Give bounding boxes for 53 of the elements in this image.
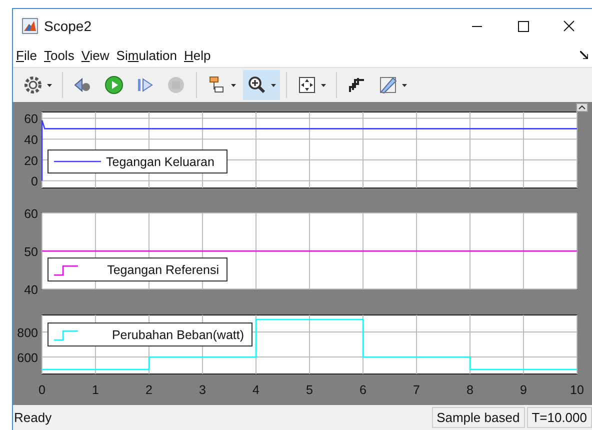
- zoom-icon: [247, 75, 267, 95]
- app-icon: [22, 18, 38, 34]
- tick-label: 10: [570, 383, 584, 397]
- menu-item[interactable]: Simulation: [116, 48, 177, 62]
- menu-item[interactable]: Help: [184, 48, 211, 62]
- tick-label: 60: [24, 207, 38, 221]
- tick-label: 6: [360, 383, 366, 397]
- tick-label: 8: [466, 383, 474, 397]
- tick-label: 4: [252, 383, 260, 397]
- run-icon: [104, 75, 124, 95]
- legend-label: Tegangan Keluaran: [106, 155, 214, 169]
- menu-item[interactable]: File: [16, 48, 37, 62]
- legend-line-icon: [54, 160, 101, 162]
- tick-label: 600: [17, 351, 38, 365]
- menu-item[interactable]: View: [81, 48, 110, 62]
- tick-label: 7: [413, 383, 420, 397]
- dock-arrow-icon[interactable]: [580, 51, 588, 59]
- time-label: T=10.000: [526, 407, 592, 428]
- toolbar-button[interactable]: [243, 70, 280, 100]
- step-back-icon: [73, 75, 93, 95]
- status-message: Ready: [13, 410, 52, 425]
- tick-label: 3: [199, 383, 206, 397]
- tick-label: 50: [24, 245, 38, 259]
- fit-icon: [297, 75, 317, 95]
- ruler-icon: [378, 75, 398, 95]
- legend-label: Perubahan Beban(watt): [112, 328, 244, 342]
- caret-icon: [402, 84, 407, 86]
- tick-label: 2: [146, 383, 152, 397]
- tick-label: 20: [24, 154, 38, 168]
- tick-label: 0: [31, 174, 38, 189]
- window-title: Scope2: [44, 18, 92, 34]
- caret-icon: [47, 84, 52, 86]
- settings-icon: [23, 75, 43, 95]
- tick-label: 0: [38, 383, 46, 397]
- trigger-icon: [347, 75, 367, 95]
- legend-line-icon: [54, 330, 78, 341]
- step-forward-icon: [135, 75, 155, 95]
- caret-icon: [321, 84, 326, 86]
- tick-label: 9: [520, 383, 527, 397]
- expand-icon[interactable]: [576, 103, 588, 112]
- legend-label: Tegangan Referensi: [107, 263, 219, 277]
- tick-label: 60: [24, 112, 38, 126]
- caret-icon: [271, 84, 276, 86]
- tick-label: 40: [24, 133, 38, 148]
- stop-icon: [166, 75, 186, 95]
- tick-label: 1: [92, 383, 99, 397]
- tick-label: 5: [306, 383, 313, 397]
- tick-label: 40: [24, 283, 38, 297]
- tick-label: 800: [17, 326, 38, 340]
- caret-icon: [231, 84, 236, 86]
- menu-item[interactable]: Tools: [44, 48, 74, 62]
- legend-line-icon: [54, 265, 78, 276]
- sample-mode-label: Sample based: [432, 407, 525, 428]
